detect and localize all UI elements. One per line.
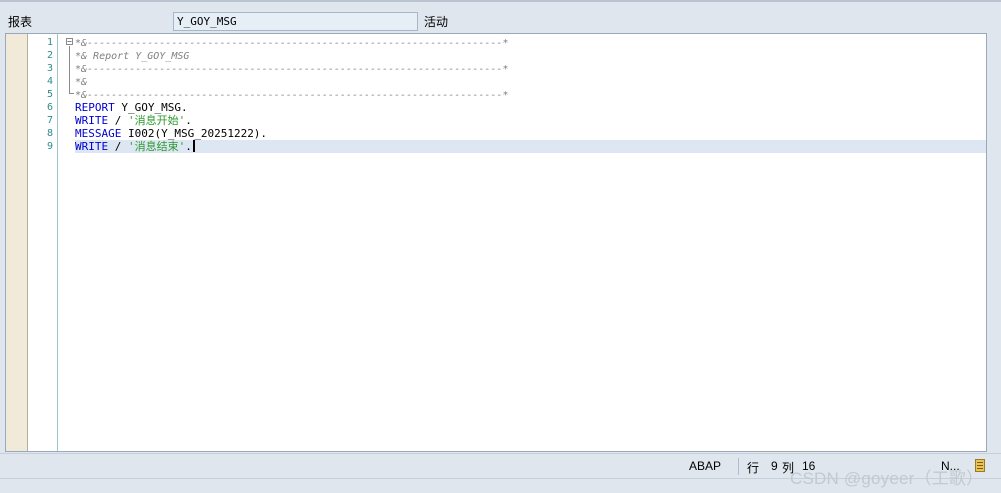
row-value: 9 — [771, 459, 778, 473]
code-line: WRITE / '消息开始'. — [75, 114, 986, 127]
fold-area: − — [59, 34, 75, 451]
line-number: 6 — [46, 102, 53, 113]
operator: / — [108, 140, 128, 153]
keyword: REPORT — [75, 101, 115, 114]
string-literal: '消息开始' — [128, 114, 186, 127]
line-number-gutter: 1 2 3 4 5 6 7 8 9 — [28, 34, 58, 451]
code-line: *&--------------------------------------… — [75, 88, 986, 101]
line-number: 8 — [46, 128, 53, 139]
fold-guide-end — [69, 93, 74, 94]
code-area[interactable]: *&--------------------------------------… — [75, 34, 986, 451]
collapse-block-icon[interactable]: − — [66, 38, 73, 46]
code-line: *&--------------------------------------… — [75, 36, 986, 49]
code-line: MESSAGE I002(Y_MSG_20251222). — [75, 127, 986, 140]
keyword: WRITE — [75, 140, 109, 153]
code-line: *& — [75, 75, 986, 88]
statement-end: . — [185, 140, 192, 153]
line-number: 2 — [46, 50, 53, 61]
text-cursor — [192, 140, 195, 152]
code-editor[interactable]: 1 2 3 4 5 6 7 8 9 − *&------------------… — [5, 33, 987, 452]
current-code-line[interactable]: WRITE / '消息结束'. — [75, 140, 986, 153]
line-number: 7 — [46, 115, 53, 126]
line-number: 4 — [46, 76, 53, 87]
statement-end: . — [185, 114, 192, 127]
row-label: 行 — [747, 461, 760, 475]
program-name-field[interactable]: Y_GOY_MSG — [173, 12, 418, 31]
identifier: I002(Y_MSG_20251222). — [121, 127, 268, 140]
status-separator — [738, 458, 739, 475]
comment-text: *&--------------------------------------… — [75, 38, 509, 49]
line-number: 5 — [46, 89, 53, 100]
identifier: Y_GOY_MSG. — [114, 101, 188, 114]
line-number: 3 — [46, 63, 53, 74]
line-number: 9 — [46, 141, 53, 152]
keyword: WRITE — [75, 114, 109, 127]
code-line: REPORT Y_GOY_MSG. — [75, 101, 986, 114]
report-label: 报表 — [8, 15, 33, 29]
watermark-text: CSDN @goyeer（工歌） — [790, 469, 984, 488]
comment-text: *& Report Y_GOY_MSG — [75, 51, 190, 62]
code-line: *&--------------------------------------… — [75, 62, 986, 75]
program-status: 活动 — [424, 15, 449, 29]
line-number: 1 — [46, 37, 53, 48]
language-indicator: ABAP — [689, 459, 722, 473]
string-literal: '消息结束' — [128, 140, 186, 153]
operator: / — [108, 114, 128, 127]
fold-guide-line — [69, 46, 70, 93]
code-line: *& Report Y_GOY_MSG — [75, 49, 986, 62]
breakpoint-strip[interactable] — [6, 34, 28, 451]
comment-text: *& — [75, 77, 88, 88]
keyword: MESSAGE — [75, 127, 122, 140]
comment-text: *&--------------------------------------… — [75, 90, 509, 101]
header-bar: 报表 Y_GOY_MSG 活动 — [0, 2, 1001, 32]
comment-text: *&--------------------------------------… — [75, 64, 509, 75]
